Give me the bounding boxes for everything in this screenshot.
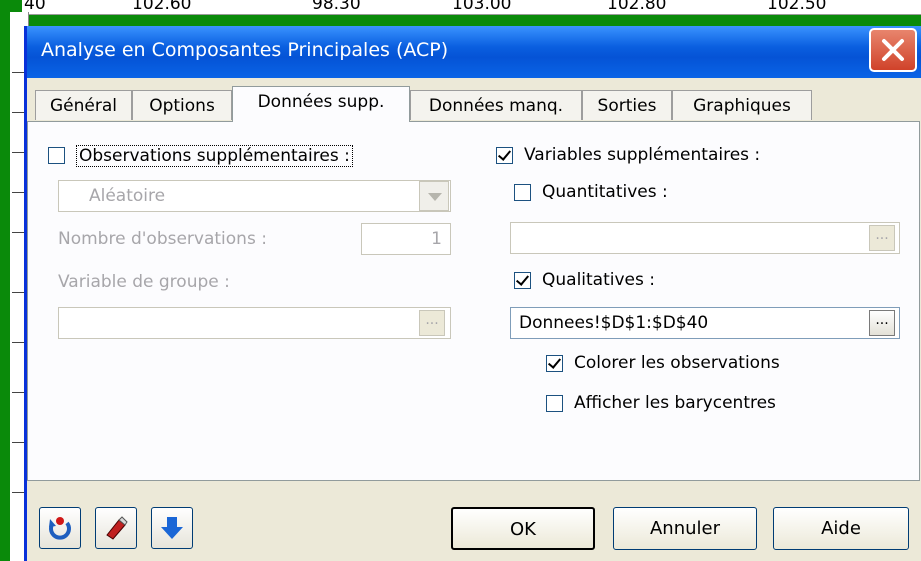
tab-strip: Général Options Données supp. Données ma… xyxy=(27,86,921,122)
group-var-field xyxy=(58,307,451,339)
bary-label: Afficher les barycentres xyxy=(574,393,776,413)
bary-checkbox[interactable] xyxy=(546,395,563,412)
sheet-cell: 102.60 xyxy=(132,0,192,14)
close-icon xyxy=(882,39,904,61)
color-obs-checkbox[interactable] xyxy=(546,355,563,372)
down-arrow-icon xyxy=(161,517,183,539)
group-var-label: Variable de groupe : xyxy=(58,272,230,292)
method-dropdown: Aléatoire xyxy=(58,180,451,212)
cancel-button[interactable]: Annuler xyxy=(613,507,757,550)
reset-icon xyxy=(49,517,71,540)
var-supp-checkbox[interactable] xyxy=(496,147,513,164)
help-button[interactable]: Aide xyxy=(773,507,909,550)
tab-sorties[interactable]: Sorties xyxy=(582,90,672,120)
color-obs-label: Colorer les observations xyxy=(574,353,780,373)
qual-field[interactable]: Donnees!$D$1:$D$40 xyxy=(510,307,900,339)
sheet-cell: 102.50 xyxy=(767,0,827,14)
quant-select-button: ... xyxy=(869,225,895,251)
sheet-cell: 103.00 xyxy=(452,0,512,14)
sheet-cell: 102.80 xyxy=(607,0,667,14)
dialog-title: Analyse en Composantes Principales (ACP) xyxy=(41,39,449,61)
background-sheet-row: 40 102.60 98.30 103.00 102.80 102.50 xyxy=(22,0,921,15)
close-button[interactable] xyxy=(869,28,917,72)
nb-obs-field: 1 xyxy=(361,223,451,255)
nb-obs-label: Nombre d'observations : xyxy=(58,229,267,249)
move-down-button[interactable] xyxy=(151,507,193,549)
sheet-cell: 98.30 xyxy=(312,0,361,14)
quant-checkbox[interactable] xyxy=(514,184,531,201)
clear-button[interactable] xyxy=(95,507,137,549)
eraser-icon xyxy=(106,516,128,540)
button-bar: OK Annuler Aide xyxy=(27,481,920,561)
tab-donnees-supp[interactable]: Données supp. xyxy=(232,86,410,122)
tab-options[interactable]: Options xyxy=(132,90,232,120)
chevron-down-icon xyxy=(419,181,449,211)
quant-field xyxy=(510,222,900,254)
tab-graphiques[interactable]: Graphiques xyxy=(672,90,812,120)
reset-button[interactable] xyxy=(39,507,81,549)
quant-label: Quantitatives : xyxy=(542,182,668,202)
tab-donnees-manq[interactable]: Données manq. xyxy=(410,90,582,120)
obs-supp-checkbox[interactable] xyxy=(48,147,65,164)
acp-dialog: Analyse en Composantes Principales (ACP)… xyxy=(24,26,921,561)
qual-checkbox[interactable] xyxy=(514,272,531,289)
ok-button[interactable]: OK xyxy=(451,507,595,550)
qual-select-button[interactable]: ... xyxy=(869,310,895,336)
tab-panel-donnees-supp: Observations supplémentaires : Aléatoire… xyxy=(27,121,920,481)
tab-general[interactable]: Général xyxy=(35,90,132,120)
title-bar[interactable]: Analyse en Composantes Principales (ACP) xyxy=(27,26,921,78)
obs-supp-label: Observations supplémentaires : xyxy=(76,145,353,167)
qual-label: Qualitatives : xyxy=(542,270,655,290)
method-value: Aléatoire xyxy=(89,186,166,206)
group-var-select-button: ... xyxy=(419,310,445,336)
var-supp-label: Variables supplémentaires : xyxy=(524,145,761,165)
